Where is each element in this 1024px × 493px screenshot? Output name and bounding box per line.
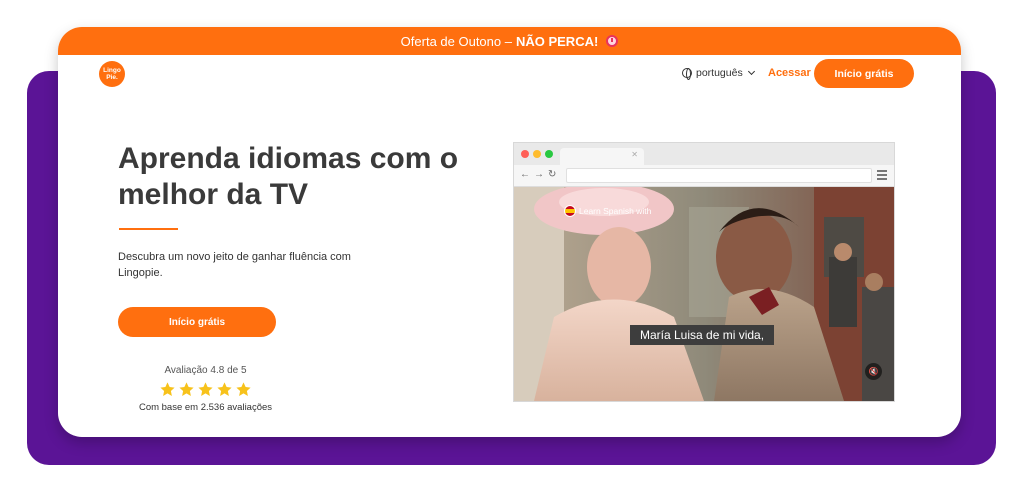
hero-subtitle: Descubra um novo jeito de ganhar fluênci… (118, 251, 351, 279)
browser-tab[interactable]: ✕ (560, 148, 644, 165)
login-link[interactable]: Acessar (768, 67, 811, 79)
url-bar[interactable] (566, 168, 872, 183)
language-selector[interactable]: português (682, 67, 755, 80)
logo-line-2: Pie. (106, 74, 118, 81)
maximize-dot-icon (545, 150, 553, 158)
close-dot-icon (521, 150, 529, 158)
minimize-dot-icon (533, 150, 541, 158)
video-subtitle[interactable]: María Luisa de mi vida, (630, 325, 775, 345)
rating-count: Com base em 2.536 avaliações (138, 402, 273, 413)
title-underline (119, 228, 178, 230)
page: Oferta de Outono – NÃO PERCA! Lingo Pie.… (0, 0, 1024, 493)
lingopie-logo[interactable]: Lingo Pie. (99, 61, 125, 87)
mute-icon[interactable]: 🔇 (865, 363, 882, 380)
promo-banner[interactable]: Oferta de Outono – NÃO PERCA! (58, 27, 961, 55)
globe-icon (682, 68, 692, 80)
badge-text: Learn Spanish with (579, 206, 652, 216)
browser-mockup: ✕ ←→↻ Learn Spanish with María Luisa de … (513, 142, 895, 402)
star-icon (236, 382, 251, 396)
promo-bold-text: NÃO PERCA! (515, 33, 599, 49)
video-frame-image (514, 187, 894, 401)
star-rating (118, 381, 293, 398)
start-free-button-hero[interactable]: Início grátis (118, 307, 276, 337)
tab-close-icon[interactable]: ✕ (631, 150, 638, 159)
chevron-down-icon (747, 67, 755, 76)
hero-title: Aprenda idiomas com o melhor da TV (118, 142, 459, 211)
browser-toolbar: ←→↻ (514, 165, 894, 187)
top-nav: Lingo Pie. português Acessar Início grát… (58, 55, 961, 95)
spain-flag-icon (564, 205, 576, 217)
star-icon (179, 382, 194, 396)
learn-spanish-badge: Learn Spanish with (564, 205, 651, 217)
rating-block: Avaliação 4.8 de 5 Com base em 2.536 ava… (118, 365, 293, 413)
logo-line-1: Lingo (103, 67, 121, 74)
star-icon (198, 382, 213, 396)
browser-tabbar: ✕ (514, 143, 894, 165)
star-icon (217, 382, 232, 396)
start-free-button-nav[interactable]: Início grátis (814, 59, 914, 88)
video-player[interactable]: Learn Spanish with María Luisa de mi vid… (514, 187, 894, 401)
alarm-clock-icon (606, 35, 619, 47)
promo-text: Oferta de Outono – (400, 33, 512, 49)
hamburger-menu-icon[interactable] (877, 170, 887, 180)
rating-label: Avaliação 4.8 de 5 (164, 365, 247, 376)
language-label: português (696, 67, 743, 79)
browser-nav-icons[interactable]: ←→↻ (520, 169, 560, 180)
landing-window: Oferta de Outono – NÃO PERCA! Lingo Pie.… (58, 27, 961, 437)
star-icon (160, 382, 175, 396)
